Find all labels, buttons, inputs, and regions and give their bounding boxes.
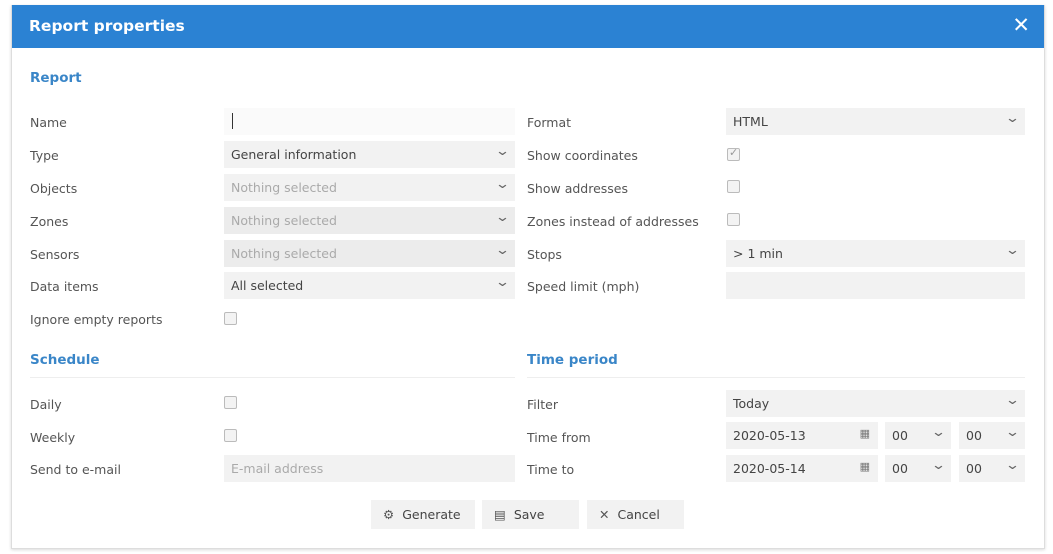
sensors-select[interactable]: Nothing selected ⌄ [224,240,515,267]
chevron-down-icon: ⌄ [930,458,947,473]
objects-select[interactable]: Nothing selected ⌄ [224,174,515,201]
chevron-down-icon: ⌄ [494,243,511,258]
format-select[interactable]: HTML ⌄ [726,108,1025,135]
sensors-value: Nothing selected [231,246,337,261]
sensors-label: Sensors [30,247,80,262]
filter-value: Today [733,396,770,411]
filter-select[interactable]: Today ⌄ [726,390,1025,417]
name-label: Name [30,115,67,130]
minute-value: 00 [966,428,982,443]
time-to-minute[interactable]: 00 ⌄ [959,455,1025,482]
ignore-empty-checkbox[interactable] [224,312,237,325]
dialog-title: Report properties [29,17,185,35]
daily-label: Daily [30,397,62,412]
chevron-down-icon: ⌄ [1004,111,1021,126]
show-coordinates-label: Show coordinates [527,148,638,163]
daily-checkbox[interactable] [224,396,237,409]
time-from-minute[interactable]: 00 ⌄ [959,422,1025,449]
speed-limit-label: Speed limit (mph) [527,279,640,294]
stops-label: Stops [527,247,562,262]
zones-label: Zones [30,214,69,229]
chevron-down-icon: ⌄ [494,177,511,192]
objects-label: Objects [30,181,78,196]
chevron-down-icon: ⌄ [1004,243,1021,258]
calendar-icon[interactable]: ▦ [860,460,870,473]
weekly-checkbox[interactable] [224,429,237,442]
time-to-hour[interactable]: 00 ⌄ [885,455,951,482]
weekly-label: Weekly [30,430,76,445]
minute-value: 00 [966,461,982,476]
show-addresses-checkbox[interactable] [727,180,740,193]
data-items-select[interactable]: All selected ⌄ [224,272,515,299]
chevron-down-icon: ⌄ [494,144,511,159]
show-coordinates-checkbox[interactable] [727,146,740,161]
type-select[interactable]: General information ⌄ [224,141,515,168]
email-label: Send to e-mail [30,462,121,477]
type-label: Type [30,148,59,163]
chevron-down-icon: ⌄ [1004,425,1021,440]
section-schedule: Schedule [30,352,100,368]
filter-label: Filter [527,397,558,412]
save-label: Save [513,507,545,522]
zones-instead-checkbox[interactable] [727,213,740,226]
section-time-period: Time period [527,352,618,368]
stops-select[interactable]: > 1 min ⌄ [726,240,1025,267]
email-input[interactable]: E-mail address [224,455,515,482]
hour-value: 00 [892,428,908,443]
cancel-label: Cancel [617,507,660,522]
gears-icon: ⚙ [383,507,395,522]
zones-instead-label: Zones instead of addresses [527,214,699,229]
hour-value: 00 [892,461,908,476]
cancel-button[interactable]: ✕ Cancel [587,500,684,529]
chevron-down-icon: ⌄ [1004,393,1021,408]
floppy-disk-icon: ▤ [494,507,506,522]
data-items-value: All selected [231,278,304,293]
speed-limit-input[interactable] [726,272,1025,299]
calendar-icon[interactable]: ▦ [860,427,870,440]
chevron-down-icon: ⌄ [494,210,511,225]
objects-value: Nothing selected [231,180,337,195]
dialog-header: Report properties ✕ [12,5,1044,48]
generate-button[interactable]: ⚙ Generate [371,500,475,529]
name-input[interactable] [224,108,515,135]
close-icon: ✕ [599,507,610,522]
time-from-hour[interactable]: 00 ⌄ [885,422,951,449]
format-value: HTML [733,114,768,129]
ignore-empty-label: Ignore empty reports [30,312,163,327]
data-items-label: Data items [30,279,99,294]
generate-label: Generate [402,507,461,522]
chevron-down-icon: ⌄ [494,275,511,290]
text-cursor [232,113,233,129]
time-to-date[interactable]: 2020-05-14 ▦ [726,455,878,482]
time-to-date-value: 2020-05-14 [733,461,806,476]
time-to-label: Time to [527,462,575,477]
save-button[interactable]: ▤ Save [482,500,579,529]
format-label: Format [527,115,572,130]
time-from-date[interactable]: 2020-05-13 ▦ [726,422,878,449]
divider [527,377,1025,378]
show-addresses-label: Show addresses [527,181,629,196]
divider [30,377,515,378]
type-value: General information [231,147,357,162]
time-from-date-value: 2020-05-13 [733,428,806,443]
zones-select[interactable]: Nothing selected ⌄ [224,207,515,234]
zones-value: Nothing selected [231,213,337,228]
section-report: Report [30,70,82,86]
chevron-down-icon: ⌄ [1004,458,1021,473]
close-icon[interactable]: ✕ [1012,13,1030,37]
time-from-label: Time from [527,430,591,445]
stops-value: > 1 min [733,246,783,261]
chevron-down-icon: ⌄ [930,425,947,440]
